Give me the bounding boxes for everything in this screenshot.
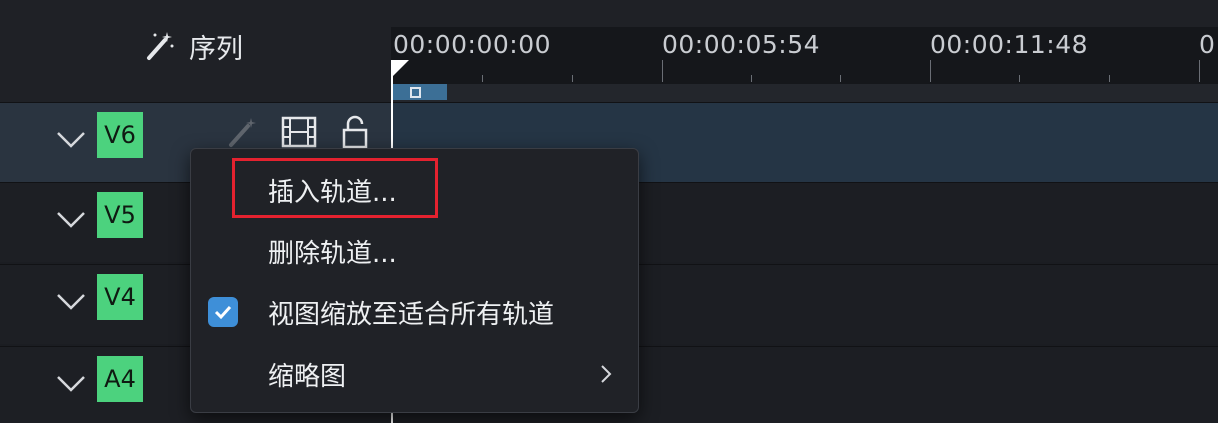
track-label: A4 [97, 356, 143, 402]
menu-item-label: 删除轨道... [268, 239, 397, 269]
work-area-bar[interactable] [391, 84, 1218, 102]
menu-item-label: 缩略图 [268, 362, 347, 392]
track-label: V6 [97, 112, 143, 158]
ruler-major-tick [662, 60, 663, 82]
menu-item-delete-track[interactable]: 删除轨道... [191, 221, 638, 281]
film-strip-icon[interactable] [281, 115, 317, 149]
ruler-minor-tick [1109, 75, 1110, 82]
track-label: V4 [97, 274, 143, 320]
magic-wand-icon[interactable] [225, 115, 259, 149]
timecode-label: 00:00:00:00 [393, 30, 552, 59]
ruler-minor-tick [572, 75, 573, 82]
timecode-label: 0 [1199, 30, 1216, 59]
ruler-minor-tick [840, 75, 841, 82]
sequence-label: 序列 [189, 33, 243, 65]
time-ruler[interactable]: 00:00:00:00 00:00:05:54 00:00:11:48 0 [391, 27, 1218, 102]
ruler-major-tick [1199, 60, 1200, 82]
ruler-minor-tick [751, 75, 752, 82]
menu-item-thumbnails[interactable]: 缩略图 [191, 344, 638, 404]
annotation-highlight-box [232, 158, 438, 218]
menu-item-label: 视图缩放至适合所有轨道 [268, 300, 555, 330]
magic-wand-icon [147, 32, 174, 60]
sequence-title[interactable]: 序列 [143, 24, 243, 68]
checkbox-checked-icon[interactable] [208, 297, 238, 327]
chevron-down-icon[interactable] [56, 207, 86, 231]
unlock-icon[interactable] [341, 115, 369, 149]
chevron-down-icon[interactable] [56, 289, 86, 313]
chevron-right-icon [601, 365, 612, 383]
chevron-down-icon[interactable] [56, 127, 86, 151]
timecode-label: 00:00:11:48 [930, 30, 1089, 59]
ruler-minor-tick [1019, 75, 1020, 82]
timecode-label: 00:00:05:54 [662, 30, 821, 59]
work-area-handle[interactable] [410, 87, 421, 98]
menu-item-fit-all-tracks[interactable]: 视图缩放至适合所有轨道 [191, 282, 638, 342]
chevron-down-icon[interactable] [56, 371, 86, 395]
ruler-major-tick [930, 60, 931, 82]
ruler-minor-tick [482, 75, 483, 82]
track-label: V5 [97, 192, 143, 238]
playhead-handle[interactable] [391, 60, 409, 78]
